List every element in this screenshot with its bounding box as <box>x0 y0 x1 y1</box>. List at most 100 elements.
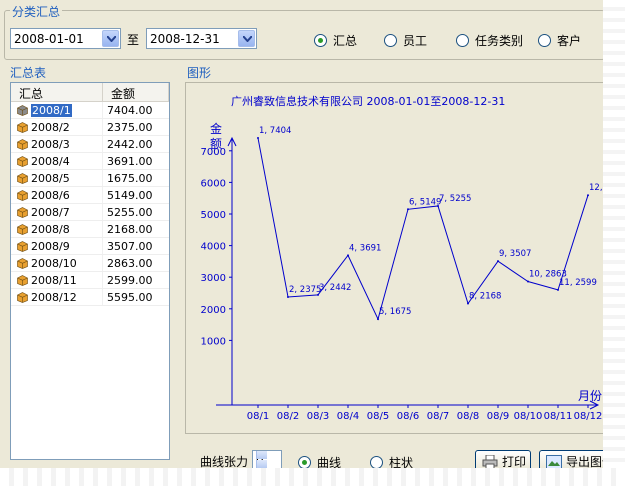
table-row[interactable]: 2008/8 2168.00 <box>11 221 169 238</box>
radio-customer-dot[interactable] <box>538 34 551 47</box>
summary-table[interactable]: 汇总 金额 2008/1 7404.00 2008/2 2375.00 2008/3 24… <box>10 82 170 460</box>
data-label: 3, 2442 <box>319 283 351 293</box>
box-icon <box>17 189 28 201</box>
start-date-value: 2008-01-01 <box>14 32 84 46</box>
x-tick-label: 08/2 <box>277 411 299 422</box>
report-window: 分类汇总 2008-01-01 至 2008-12-31 汇总 员工 任务类别 … <box>0 0 605 470</box>
data-point <box>407 208 409 211</box>
x-tick-label: 08/3 <box>307 411 329 422</box>
data-point <box>557 288 559 291</box>
box-icon <box>17 104 28 116</box>
data-point <box>377 318 379 321</box>
table-row[interactable]: 2008/1 7404.00 <box>11 102 169 119</box>
table-row[interactable]: 2008/10 2863.00 <box>11 255 169 272</box>
period-label: 2008/5 <box>31 171 70 185</box>
chart-title: 广州睿致信息技术有限公司 2008-01-01至2008-12-31 <box>231 94 505 108</box>
box-icon <box>17 274 28 286</box>
tension-spinner[interactable]: 0 <box>252 450 282 469</box>
amount-cell: 3507.00 <box>107 240 153 253</box>
amount-cell: 5149.00 <box>107 189 153 202</box>
radio-task-category[interactable]: 任务类别 <box>456 32 523 49</box>
table-row[interactable]: 2008/2 2375.00 <box>11 119 169 136</box>
box-icon <box>17 223 28 235</box>
data-point <box>587 194 589 197</box>
data-label: 8, 2168 <box>469 291 501 301</box>
chevron-down-icon[interactable] <box>238 30 255 47</box>
x-tick-label: 08/12 <box>574 411 603 422</box>
filter-group-title: 分类汇总 <box>10 3 63 20</box>
spin-up-icon[interactable] <box>256 451 267 459</box>
export-image-button[interactable]: 导出图像 <box>539 450 604 469</box>
x-tick-label: 08/1 <box>247 411 269 422</box>
period-cell: 2008/6 <box>11 187 103 203</box>
box-icon <box>17 121 28 133</box>
table-row[interactable]: 2008/3 2442.00 <box>11 136 169 153</box>
period-cell: 2008/11 <box>11 272 103 288</box>
radio-customer[interactable]: 客户 <box>538 32 581 49</box>
amount-cell: 2442.00 <box>107 138 153 151</box>
period-label: 2008/1 <box>31 103 72 117</box>
box-icon <box>17 257 28 269</box>
table-row[interactable]: 2008/11 2599.00 <box>11 272 169 289</box>
table-row[interactable]: 2008/5 1675.00 <box>11 170 169 187</box>
printer-icon <box>482 454 498 469</box>
x-tick-label: 08/8 <box>457 411 479 422</box>
period-label: 2008/2 <box>31 120 70 134</box>
line-chart: 广州睿致信息技术有限公司 2008-01-01至2008-12-31金额月份10… <box>201 94 604 422</box>
spin-down-icon[interactable] <box>256 460 267 468</box>
table-body: 2008/1 7404.00 2008/2 2375.00 2008/3 2442.00 2… <box>11 102 169 306</box>
chart-panel: 广州睿致信息技术有限公司 2008-01-01至2008-12-31 金额月份 10… <box>185 82 604 434</box>
box-icon <box>17 240 28 252</box>
data-label: 7, 5255 <box>439 194 471 204</box>
data-point <box>347 254 349 257</box>
end-date-combo[interactable]: 2008-12-31 <box>146 28 257 49</box>
summary-title: 汇总表 <box>8 64 49 81</box>
radio-task-category-dot[interactable] <box>456 34 469 47</box>
radio-task-category-label: 任务类别 <box>475 34 524 48</box>
period-cell: 2008/7 <box>11 204 103 220</box>
table-row[interactable]: 2008/12 5595.00 <box>11 289 169 306</box>
y-tick-label: 2000 <box>201 305 226 316</box>
column-header-period[interactable]: 汇总 <box>11 83 103 101</box>
radio-employee[interactable]: 员工 <box>384 32 427 49</box>
y-tick-label: 6000 <box>201 178 226 189</box>
period-label: 2008/10 <box>31 256 77 270</box>
data-label: 11, 2599 <box>559 278 597 288</box>
start-date-combo[interactable]: 2008-01-01 <box>10 28 121 49</box>
table-header: 汇总 金额 <box>11 83 169 102</box>
table-row[interactable]: 2008/6 5149.00 <box>11 187 169 204</box>
table-row[interactable]: 2008/7 5255.00 <box>11 204 169 221</box>
radio-employee-dot[interactable] <box>384 34 397 47</box>
box-icon <box>17 206 28 218</box>
radio-summary-dot[interactable] <box>314 34 327 47</box>
period-cell: 2008/5 <box>11 170 103 186</box>
period-cell: 2008/4 <box>11 153 103 169</box>
data-label: 2, 2375 <box>289 285 321 295</box>
data-point <box>527 280 529 283</box>
column-header-amount[interactable]: 金额 <box>103 83 169 101</box>
data-label: 5, 1675 <box>379 307 411 317</box>
chevron-down-icon[interactable] <box>102 30 119 47</box>
amount-cell: 1675.00 <box>107 172 153 185</box>
data-label: 1, 7404 <box>259 126 291 136</box>
radio-summary[interactable]: 汇总 <box>314 32 357 49</box>
x-tick-label: 08/7 <box>427 411 449 422</box>
period-label: 2008/11 <box>31 273 77 287</box>
table-row[interactable]: 2008/9 3507.00 <box>11 238 169 255</box>
table-row[interactable]: 2008/4 3691.00 <box>11 153 169 170</box>
torn-edge-right <box>603 0 625 486</box>
print-button[interactable]: 打印 <box>475 450 531 469</box>
box-icon <box>17 138 28 150</box>
x-tick-label: 08/9 <box>487 411 509 422</box>
amount-cell: 2863.00 <box>107 257 153 270</box>
y-tick-label: 4000 <box>201 242 226 253</box>
radio-employee-label: 员工 <box>403 34 428 48</box>
data-label: 9, 3507 <box>499 249 531 259</box>
data-label: 6, 5149 <box>409 197 441 207</box>
torn-edge-bottom <box>0 468 625 486</box>
amount-cell: 5595.00 <box>107 291 153 304</box>
amount-cell: 5255.00 <box>107 206 153 219</box>
period-cell: 2008/8 <box>11 221 103 237</box>
period-cell: 2008/1 <box>11 102 103 118</box>
graph-title: 图形 <box>185 64 214 81</box>
